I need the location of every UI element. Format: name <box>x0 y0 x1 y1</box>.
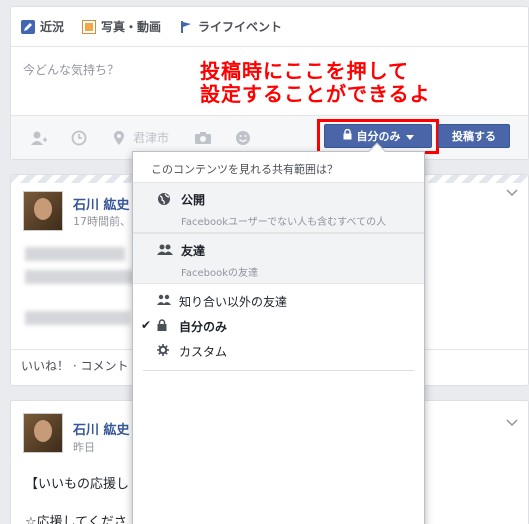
tag-friends-icon[interactable] <box>29 128 49 148</box>
tab-life-event[interactable]: ライフイベント <box>179 18 282 35</box>
lock-icon <box>343 128 352 143</box>
privacy-option-only-me[interactable]: ✔ 自分のみ <box>133 313 424 338</box>
post-button[interactable]: 投稿する <box>438 124 510 148</box>
avatar[interactable] <box>23 191 63 231</box>
divider <box>143 370 414 371</box>
post-author-name[interactable]: 石川 紘史 <box>73 194 130 213</box>
post-text-line: ☆応援してくださ <box>25 515 127 524</box>
chevron-down-icon[interactable] <box>506 185 518 199</box>
composer-tabs: 近況 写真・動画 ライフイベント <box>11 7 528 47</box>
post-text-line: 【いいもの応援し <box>25 477 130 492</box>
photo-icon <box>82 19 97 34</box>
blurred-text <box>25 311 130 325</box>
blurred-text <box>25 247 125 261</box>
privacy-option-public[interactable]: 公開 Facebookユーザーでない人も含むすべての人 <box>133 182 424 232</box>
option-title: 友達 <box>181 244 206 258</box>
tab-status-label: 近況 <box>40 20 65 34</box>
dropdown-header: このコンテンツを見れる共有範囲は？ <box>151 163 338 176</box>
like-comment-links[interactable]: いいね！ · コメント <box>21 359 128 373</box>
post-author-name[interactable]: 石川 紘史 <box>73 419 130 438</box>
friends-icon <box>157 294 171 306</box>
emoji-icon[interactable] <box>233 128 253 148</box>
location-icon[interactable] <box>109 128 129 148</box>
option-title: 公開 <box>181 193 206 207</box>
status-placeholder: 今どんな気持ち？ <box>23 63 120 77</box>
annotation-line-1: 投稿時にここを押して <box>200 59 409 83</box>
divider <box>133 283 424 284</box>
privacy-option-custom[interactable]: カスタム <box>133 338 424 363</box>
chevron-down-icon[interactable] <box>506 415 518 429</box>
gear-icon <box>157 344 169 356</box>
camera-icon[interactable] <box>193 128 213 148</box>
privacy-option-friends-except-acquaintances[interactable]: 知り合い以外の友達 <box>133 288 424 313</box>
location-text[interactable]: 君津市 <box>133 129 169 146</box>
caret-down-icon <box>405 130 414 143</box>
privacy-dropdown-menu: このコンテンツを見れる共有範囲は？ 公開 Facebookユーザーでない人も含む… <box>132 142 425 524</box>
globe-icon <box>157 192 171 206</box>
option-label: 自分のみ <box>179 320 228 334</box>
annotation-text: 投稿時にここを押して 設定することができるよ <box>200 60 431 106</box>
flag-icon <box>179 20 193 34</box>
option-label: 知り合い以外の友達 <box>179 295 288 309</box>
annotation-line-2: 設定することができるよ <box>200 82 431 106</box>
blurred-text <box>25 270 135 284</box>
tab-life-event-label: ライフイベント <box>198 20 283 34</box>
post-timestamp[interactable]: 17時間前、 <box>73 213 131 229</box>
lock-icon <box>157 319 169 331</box>
tab-photo-video[interactable]: 写真・動画 <box>82 18 161 35</box>
friends-icon <box>157 243 173 257</box>
option-label: カスタム <box>179 345 228 359</box>
post-button-label: 投稿する <box>452 130 496 143</box>
option-subtitle: Facebookユーザーでない人も含むすべての人 <box>181 217 387 228</box>
clock-icon[interactable] <box>69 128 89 148</box>
privacy-button-label: 自分のみ <box>356 130 401 143</box>
option-subtitle: Facebookの友達 <box>181 268 258 279</box>
tab-status[interactable]: 近況 <box>21 18 64 35</box>
post-timestamp[interactable]: 昨日 <box>73 439 95 455</box>
tab-photo-video-label: 写真・動画 <box>101 20 162 34</box>
pencil-icon <box>21 19 35 34</box>
privacy-option-friends[interactable]: 友達 Facebookの友達 <box>133 233 424 283</box>
avatar[interactable] <box>23 413 63 453</box>
check-icon: ✔ <box>141 318 152 332</box>
